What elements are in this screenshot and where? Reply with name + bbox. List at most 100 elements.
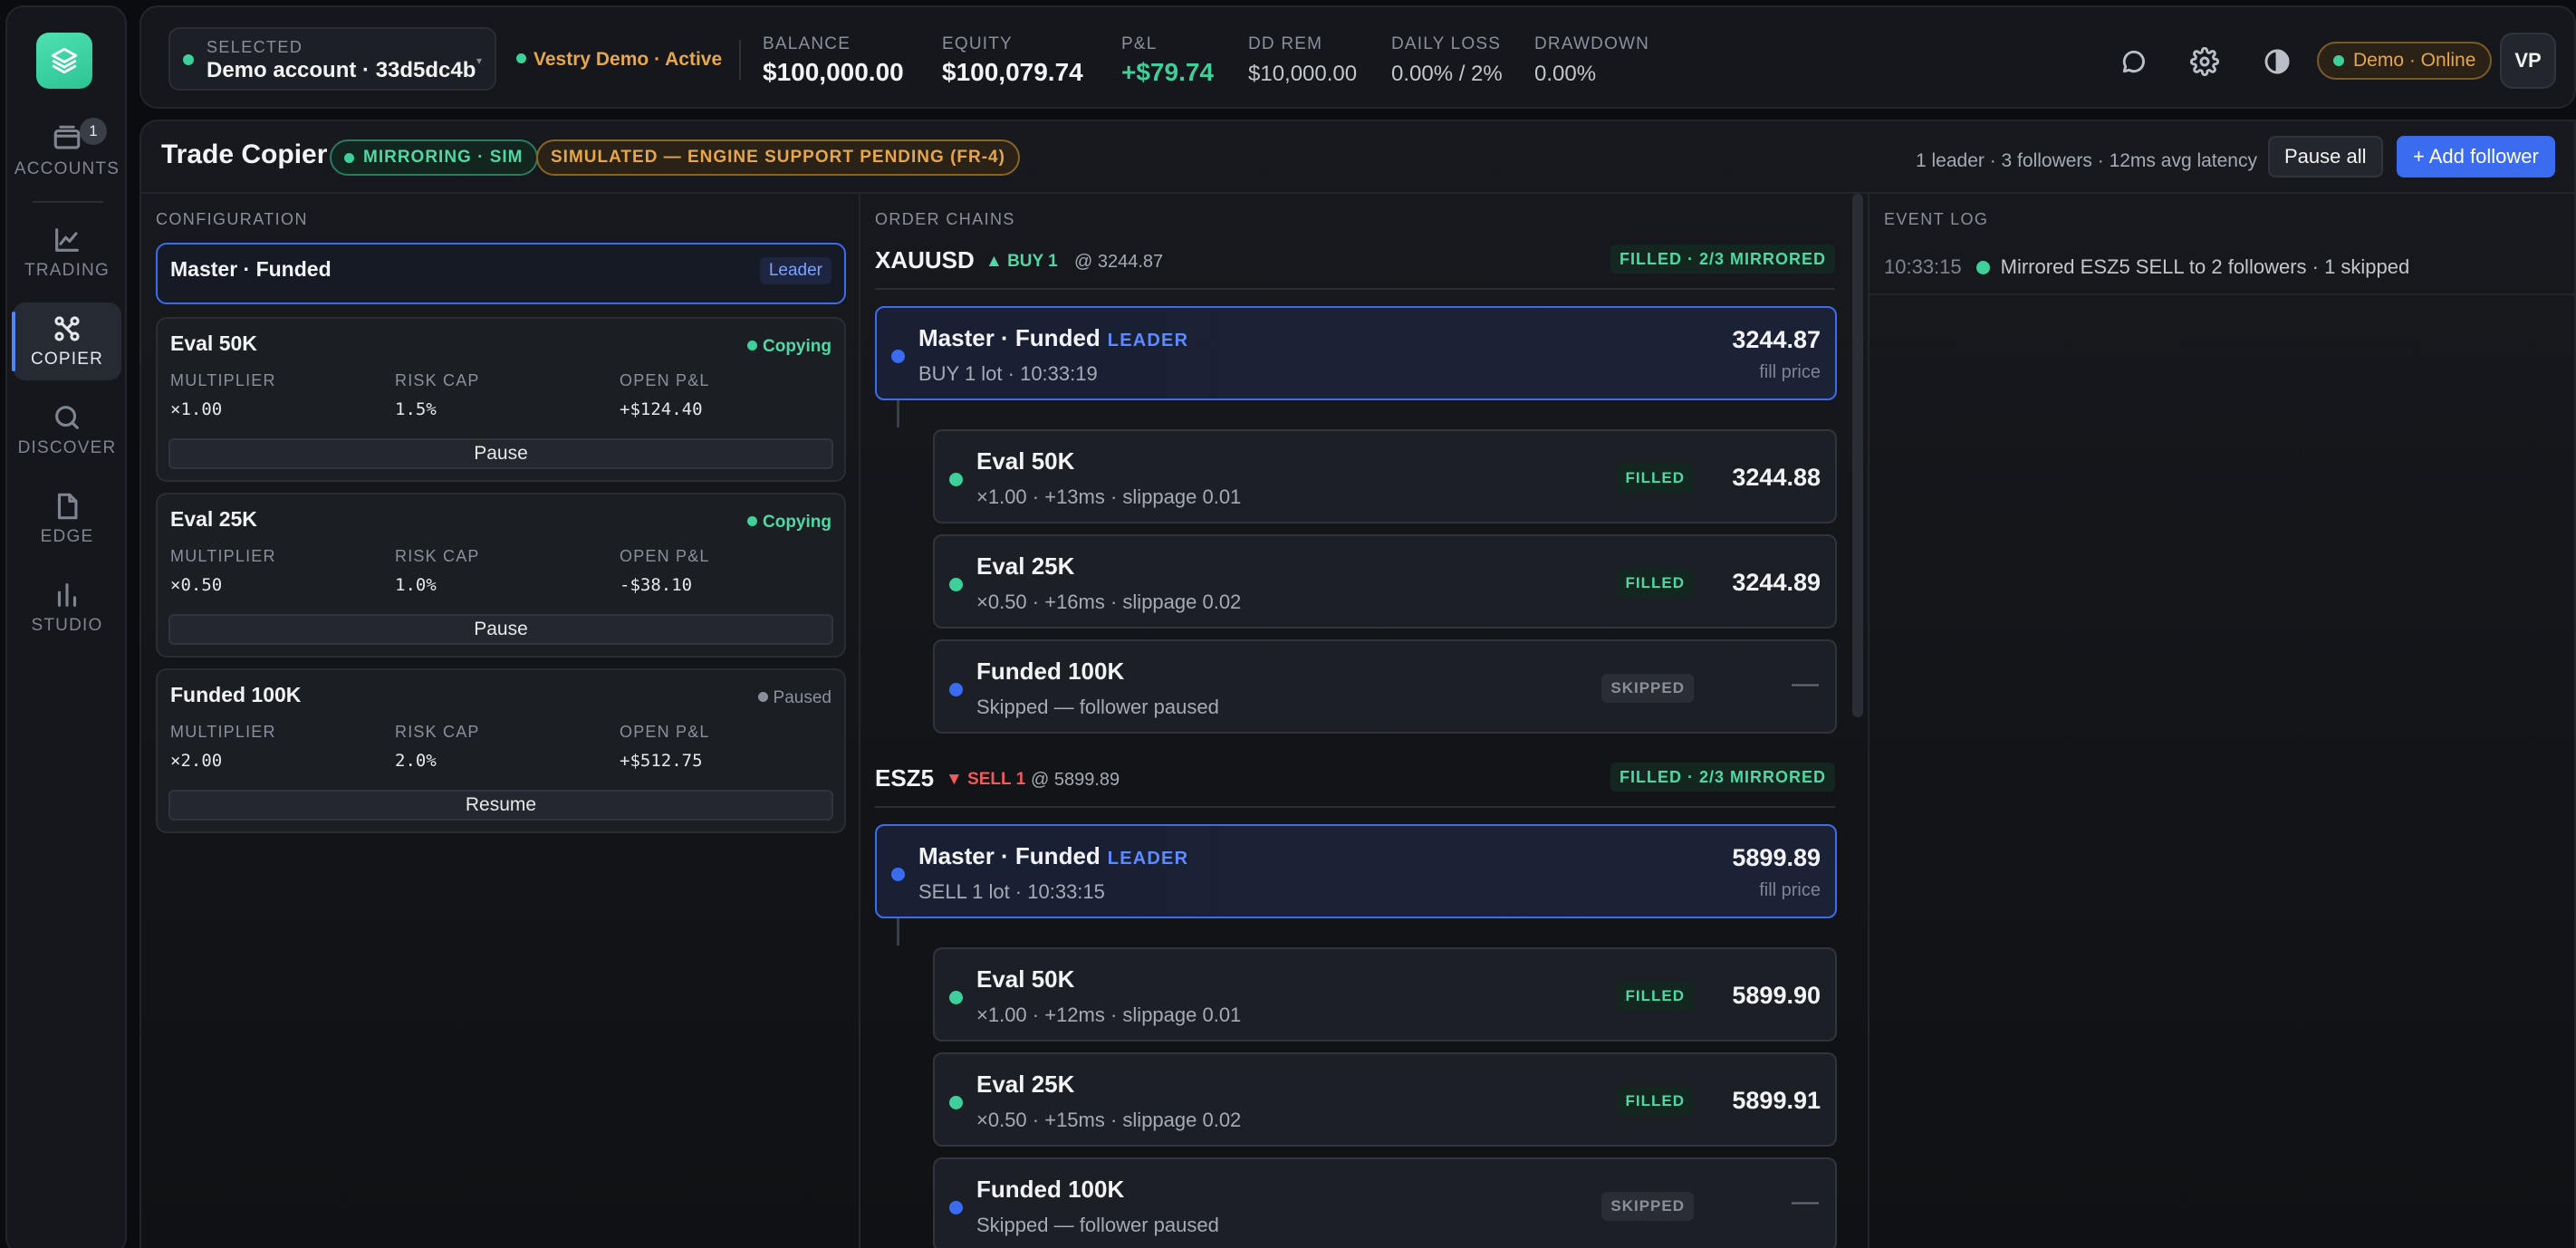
nav-label-edge: EDGE	[40, 527, 94, 546]
order-account-name: Funded 100K	[976, 1176, 1125, 1203]
metric-label: RISK CAP	[395, 547, 480, 565]
order-detail: Skipped — follower paused	[976, 696, 1219, 718]
gear-icon[interactable]	[2187, 43, 2223, 80]
follower-name: Funded 100K	[170, 683, 302, 706]
status-dot	[757, 692, 768, 702]
follower-order[interactable]: Funded 100K Skipped — follower paused SK…	[933, 1157, 1837, 1248]
order-state-badge: FILLED	[1616, 569, 1694, 598]
leader-config-card[interactable]: Master · Funded Leader	[156, 243, 846, 304]
status-badge: Paused	[757, 688, 831, 708]
divider	[141, 192, 2576, 194]
empty-price: —	[1792, 1186, 1819, 1216]
log-time: 10:33:15	[1884, 255, 1962, 278]
follower-order[interactable]: Eval 50K ×1.00 · +12ms · slippage 0.01 F…	[933, 947, 1837, 1042]
nav-copier[interactable]: COPIER	[12, 302, 121, 380]
stat-equity: EQUITY $100,079.74	[942, 34, 1083, 87]
stat-label: DRAWDOWN	[1534, 34, 1650, 53]
connection-status-badge: Demo · Online	[2317, 42, 2493, 80]
status-badge: Copying	[747, 337, 831, 357]
fill-price: 5899.90	[1732, 982, 1821, 1009]
search-icon	[55, 406, 79, 429]
chain-header: ESZ5 ▼ SELL 1 @ 5899.89 FILLED · 2/3 MIR…	[875, 761, 1835, 797]
order-dot	[949, 473, 963, 486]
fill-price: 3244.89	[1732, 569, 1821, 596]
metric-label: OPEN P&L	[620, 371, 710, 389]
leader-label: LEADER	[1107, 849, 1189, 869]
status-dot	[747, 341, 757, 350]
status-dot	[747, 516, 757, 526]
leader-order[interactable]: Master · Funded LEADER SELL 1 lot · 10:33…	[875, 824, 1837, 918]
column-divider	[1868, 194, 1870, 1248]
account-selector[interactable]: SELECTED Demo account · 33d5dc4b ▾	[168, 27, 496, 91]
stat-value: $10,000.00	[1248, 62, 1358, 86]
app-logo-icon[interactable]	[36, 33, 92, 89]
nav-edge[interactable]: EDGE	[13, 480, 121, 558]
risk-cap-value: 2.0%	[395, 751, 437, 771]
order-account-name: Eval 50K	[976, 447, 1075, 475]
bar-chart-icon	[57, 583, 77, 607]
chain-side: ▲ BUY 1	[985, 252, 1058, 271]
pause-follower-button[interactable]: Pause	[168, 438, 833, 469]
order-state-badge: SKIPPED	[1601, 674, 1694, 703]
log-text: Mirrored ESZ5 SELL to 2 followers · 1 sk…	[2000, 255, 2410, 278]
chain-symbol: ESZ5	[875, 764, 935, 792]
online-dot	[2333, 55, 2344, 66]
theme-toggle-icon[interactable]	[2259, 43, 2295, 80]
stat-balance: BALANCE $100,000.00	[763, 34, 904, 87]
multiplier-value: ×1.00	[170, 399, 223, 419]
nav-discover[interactable]: DISCOVER	[13, 391, 121, 469]
pause-follower-button[interactable]: Pause	[168, 614, 833, 645]
mirroring-text: MIRRORING · SIM	[363, 148, 524, 167]
log-entry: 10:33:15 Mirrored ESZ5 SELL to 2 follower…	[1884, 255, 2409, 279]
chart-line-icon	[55, 228, 79, 252]
pause-all-button[interactable]: Pause all	[2268, 136, 2383, 178]
order-account-name: Eval 25K	[976, 552, 1075, 580]
broker-status-text: Vestry Demo · Active	[533, 49, 723, 70]
risk-cap-value: 1.5%	[395, 399, 437, 419]
open-pnl-value: +$124.40	[620, 399, 703, 419]
nav-accounts[interactable]: ACCOUNTS 1	[13, 112, 121, 190]
selected-label: SELECTED	[207, 38, 303, 56]
chain-connector	[897, 400, 899, 427]
nav-label-discover: DISCOVER	[17, 438, 117, 457]
order-state-badge: FILLED	[1616, 1087, 1694, 1116]
nav-label-accounts: ACCOUNTS	[14, 159, 120, 178]
document-icon	[57, 493, 78, 520]
order-account-name: Master · Funded LEADER	[918, 324, 1188, 352]
simulated-badge: SIMULATED — ENGINE SUPPORT PENDING (FR-4…	[536, 139, 1020, 176]
event-log-label: EVENT LOG	[1884, 210, 1989, 228]
order-detail: BUY 1 lot · 10:33:19	[918, 362, 1098, 385]
order-chains-scrollbar[interactable]	[1852, 194, 1863, 717]
stat-label: EQUITY	[942, 34, 1013, 53]
divider	[1868, 293, 2576, 295]
order-detail: ×0.50 · +16ms · slippage 0.02	[976, 590, 1242, 613]
order-account-name: Funded 100K	[976, 658, 1125, 685]
broker-status: Vestry Demo · Active	[516, 49, 722, 71]
nav-trading[interactable]: TRADING	[13, 214, 121, 292]
column-divider	[859, 194, 860, 1248]
follower-order[interactable]: Eval 50K ×1.00 · +13ms · slippage 0.01 F…	[933, 429, 1837, 523]
follower-order[interactable]: Eval 25K ×0.50 · +15ms · slippage 0.02 F…	[933, 1052, 1837, 1147]
account-name: Demo account · 33d5dc4b	[207, 58, 476, 82]
divider	[875, 288, 1835, 290]
metric-label: RISK CAP	[395, 371, 480, 389]
multiplier-metric: MULTIPLIER ×1.00	[170, 371, 276, 419]
resume-follower-button[interactable]: Resume	[168, 790, 833, 821]
metric-label: MULTIPLIER	[170, 547, 276, 565]
sidebar: ACCOUNTS 1 TRADING COPIER DISCOVER EDGE …	[5, 5, 127, 1248]
leader-order[interactable]: Master · Funded LEADER BUY 1 lot · 10:33:…	[875, 306, 1837, 400]
follower-name: Eval 25K	[170, 507, 257, 531]
follower-order[interactable]: Funded 100K Skipped — follower paused SK…	[933, 639, 1837, 734]
follower-order[interactable]: Eval 25K ×0.50 · +16ms · slippage 0.02 F…	[933, 534, 1837, 629]
chat-icon[interactable]	[2116, 43, 2152, 80]
add-follower-button[interactable]: + Add follower	[2397, 136, 2555, 178]
wallet-icon	[53, 125, 81, 149]
mirroring-badge: MIRRORING · SIM	[330, 139, 538, 176]
order-detail: SELL 1 lot · 10:33:15	[918, 880, 1105, 903]
nav-studio[interactable]: STUDIO	[13, 569, 121, 647]
copier-share-icon	[54, 316, 80, 341]
avatar[interactable]: VP	[2500, 33, 2556, 89]
follower-config-card: Funded 100K Paused MULTIPLIER ×2.00 RISK…	[156, 668, 846, 833]
accounts-count-badge: 1	[80, 118, 107, 145]
account-status-dot	[183, 54, 194, 65]
